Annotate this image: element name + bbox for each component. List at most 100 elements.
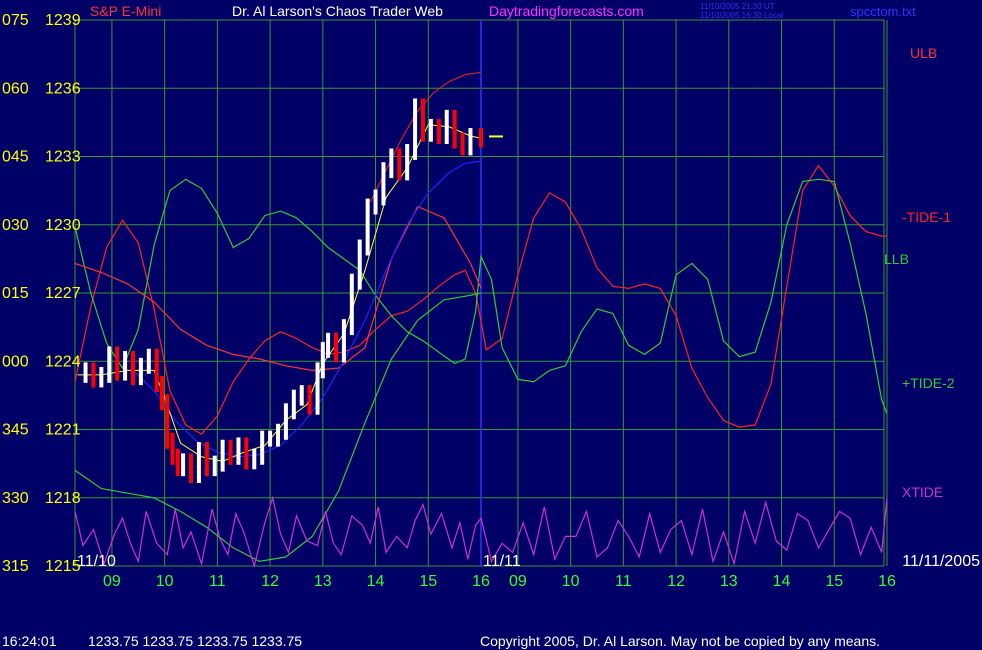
price-bar-down xyxy=(165,394,170,449)
y-tick-price: 1239 xyxy=(45,12,81,29)
price-bar-up xyxy=(276,423,280,447)
price-bar-up xyxy=(138,357,143,386)
y-tick-degree: 030 xyxy=(2,217,29,234)
price-bar-up xyxy=(357,239,362,290)
x-tick-label: 14 xyxy=(773,573,791,590)
date-label-start: 11/10 xyxy=(77,553,116,570)
price-bar-down xyxy=(334,332,338,363)
y-tick-price: 1218 xyxy=(45,490,81,507)
legend-xtide: XTIDE xyxy=(902,484,943,500)
price-bar-up xyxy=(196,442,201,483)
price-bar-up xyxy=(83,362,88,383)
x-tick-label: 16 xyxy=(472,573,490,590)
legend-llb: LLB xyxy=(884,251,909,267)
price-bar-up xyxy=(320,341,325,379)
price-bar-down xyxy=(244,437,249,470)
price-bar-up xyxy=(381,162,386,206)
header-instrument: S&P E-Mini xyxy=(90,3,161,19)
y-tick-price: 1230 xyxy=(45,217,81,234)
price-bar-down xyxy=(131,351,135,386)
x-tick-label: 10 xyxy=(562,573,580,590)
price-bar-up xyxy=(413,98,418,160)
footer-quote: 1233.75 1233.75 1233.75 1233.75 xyxy=(88,633,302,649)
x-tick-label: 15 xyxy=(419,573,437,590)
y-tick-price: 1224 xyxy=(45,353,81,370)
price-bar-up xyxy=(341,319,346,363)
y-tick-degree: 345 xyxy=(2,422,29,439)
price-bar-down xyxy=(479,128,483,148)
price-bar-up xyxy=(123,351,128,381)
date-label-mid: 11/11 xyxy=(483,553,521,570)
y-tick-price: 1221 xyxy=(45,422,81,439)
x-tick-label: 11 xyxy=(615,573,632,590)
price-bar-up xyxy=(428,118,433,142)
price-bar-up xyxy=(268,430,273,447)
y-tick-degree: 330 xyxy=(2,490,29,507)
price-bar-up xyxy=(389,148,394,179)
y-tick-price: 1236 xyxy=(45,80,81,97)
x-tick-label: 09 xyxy=(103,573,121,590)
chart-canvas: 075 1239 060 1236 045 1233 030 1230 015 1227 000 12… xyxy=(0,0,982,650)
y-tick-degree: 315 xyxy=(2,558,29,575)
x-tick-label: 15 xyxy=(825,573,843,590)
y-tick-price: 1215 xyxy=(45,558,81,575)
price-bar-up xyxy=(220,439,225,472)
price-bar-up xyxy=(236,437,241,465)
price-bar-up xyxy=(299,385,304,406)
price-bar-down xyxy=(160,376,164,411)
y-tick-price: 1233 xyxy=(45,149,81,166)
price-bar-down xyxy=(115,346,120,381)
header-title: Dr. Al Larson's Chaos Trader Web xyxy=(232,3,443,19)
price-bar-up xyxy=(405,143,410,181)
price-bar-up xyxy=(468,128,473,156)
y-tick-degree: 000 xyxy=(2,353,29,370)
y-tick-degree: 075 xyxy=(2,12,29,29)
y-tick-degree: 060 xyxy=(2,80,29,97)
header-stamp-local: 11/10/2005 16:30 Local xyxy=(700,11,783,20)
price-bar-up xyxy=(181,453,186,477)
footer-copyright: Copyright 2005, Dr. Al Larson. May not b… xyxy=(480,633,880,649)
price-bar-down xyxy=(436,118,441,144)
legend-ulb: ULB xyxy=(910,45,937,61)
price-bar-up xyxy=(349,273,354,336)
y-tick-degree: 015 xyxy=(2,285,29,302)
price-bar-up xyxy=(212,455,217,477)
price-bar-up xyxy=(315,362,320,415)
price-bar-up xyxy=(252,448,257,470)
y-tick-degree: 045 xyxy=(2,149,29,166)
legend-tide_neg1: -TIDE-1 xyxy=(902,209,951,225)
legend-tide_pos2: +TIDE-2 xyxy=(902,375,955,391)
header-site[interactable]: Daytradingforecasts.com xyxy=(489,3,644,19)
price-bar-up xyxy=(291,389,296,420)
x-tick-label: 13 xyxy=(720,573,738,590)
price-bar-down xyxy=(460,132,465,156)
price-bar-up xyxy=(365,198,370,256)
date-label-end: 11/11/2005 xyxy=(902,553,980,570)
price-bar-down xyxy=(397,148,402,181)
price-bar-down xyxy=(307,385,312,415)
y-tick-price: 1227 xyxy=(45,285,81,302)
x-tick-label: 12 xyxy=(261,573,279,590)
header-stamp-ut: 11/10/2005 21:30 UT xyxy=(700,2,775,11)
price-bar-down xyxy=(189,453,193,483)
price-bar-up xyxy=(283,403,288,440)
x-tick-label: 10 xyxy=(156,573,174,590)
price-bar-down xyxy=(452,109,457,149)
price-bar-up xyxy=(326,332,331,358)
x-tick-label: 13 xyxy=(314,573,332,590)
x-tick-label: 14 xyxy=(367,573,385,590)
price-bar-down xyxy=(170,432,175,465)
price-bar-down xyxy=(421,98,425,142)
price-bar-up xyxy=(107,346,112,383)
price-bar-down xyxy=(91,362,96,388)
footer-time: 16:24:01 xyxy=(2,633,57,649)
price-bar-up xyxy=(373,189,378,215)
price-bar-up xyxy=(260,430,265,465)
x-tick-label: 11 xyxy=(209,573,226,590)
price-bar-up xyxy=(99,366,104,388)
x-tick-label: 09 xyxy=(509,573,527,590)
x-tick-label: 16 xyxy=(878,573,896,590)
price-bar-down xyxy=(228,439,233,465)
price-bar-down xyxy=(204,442,209,477)
price-bar-up xyxy=(146,348,151,374)
